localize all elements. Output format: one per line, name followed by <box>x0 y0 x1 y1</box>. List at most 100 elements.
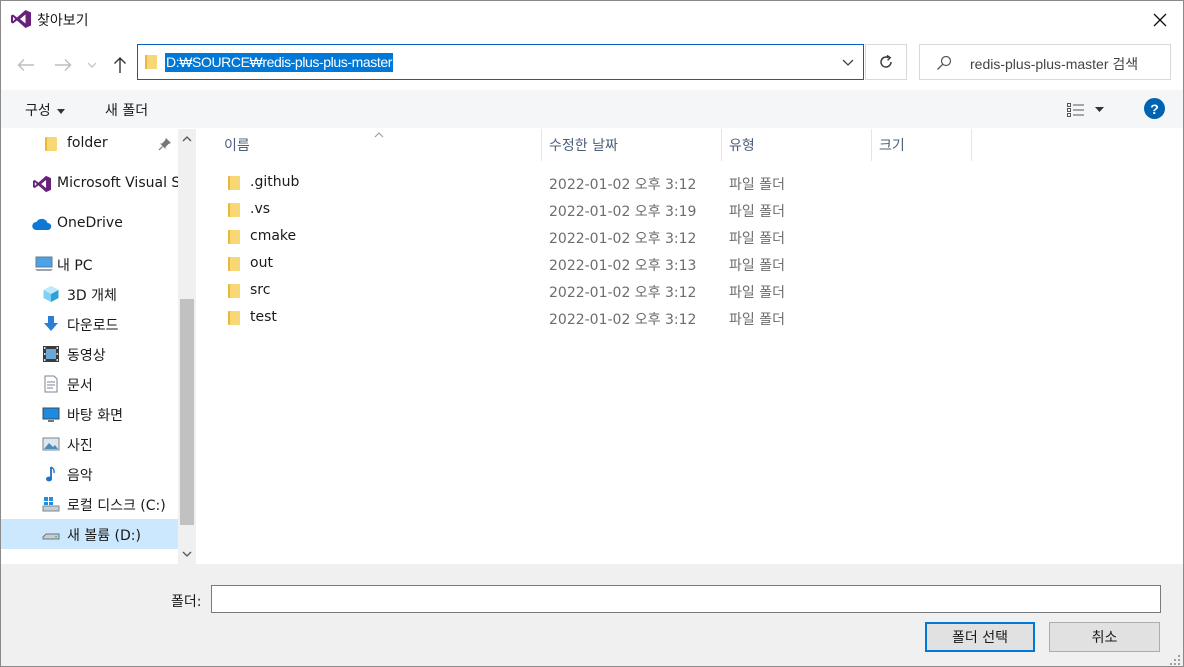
column-divider[interactable] <box>541 129 542 161</box>
close-icon <box>1153 13 1167 27</box>
column-divider[interactable] <box>721 129 722 161</box>
desktop-icon <box>42 407 60 422</box>
file-type: 파일 폴더 <box>729 258 785 274</box>
folder-icon <box>45 137 57 151</box>
scroll-up-button[interactable] <box>178 129 196 149</box>
sidebar-item-label: 3D 개체 <box>67 288 117 304</box>
scrollbar-thumb[interactable] <box>180 299 194 525</box>
document-icon <box>44 375 58 393</box>
arrow-up-icon <box>114 57 126 73</box>
file-list: 이름 수정한 날짜 유형 크기 .github 2022-01-02 오후 3:… <box>198 129 1183 564</box>
file-type: 파일 폴더 <box>729 312 785 328</box>
pictures-icon <box>42 437 60 451</box>
cancel-button[interactable]: 취소 <box>1049 622 1160 652</box>
navigation-scrollbar[interactable] <box>178 129 196 564</box>
sidebar-item-label: folder <box>67 135 108 151</box>
sidebar-item-folder[interactable]: folder <box>1 129 178 159</box>
file-type: 파일 폴더 <box>729 204 785 220</box>
music-icon <box>46 466 55 482</box>
address-bar[interactable]: D:₩SOURCE₩redis-plus-plus-master <box>137 44 864 80</box>
sidebar-item-onedrive[interactable]: OneDrive <box>1 209 178 239</box>
file-name: out <box>250 255 273 271</box>
sidebar-item-label: 사진 <box>67 438 93 454</box>
table-row[interactable]: out 2022-01-02 오후 3:13 파일 폴더 <box>198 251 1183 278</box>
sidebar-item-visual-studio[interactable]: Microsoft Visual S <box>1 169 178 199</box>
resize-grip-icon[interactable] <box>1169 654 1181 666</box>
sidebar-item-3d-objects[interactable]: 3D 개체 <box>1 279 178 309</box>
folder-icon <box>228 176 240 190</box>
refresh-icon <box>880 54 892 68</box>
address-path[interactable]: D:₩SOURCE₩redis-plus-plus-master <box>165 53 394 72</box>
table-row[interactable]: .vs 2022-01-02 오후 3:19 파일 폴더 <box>198 197 1183 224</box>
folder-icon <box>228 230 240 244</box>
file-name: .github <box>250 174 300 190</box>
table-row[interactable]: src 2022-01-02 오후 3:12 파일 폴더 <box>198 278 1183 305</box>
organize-menu-button[interactable]: 구성 <box>25 100 65 120</box>
pc-icon <box>35 256 53 271</box>
navigation-pane: folder Microsoft Visual S OneDrive 내 PC … <box>1 129 198 564</box>
sidebar-item-pictures[interactable]: 사진 <box>1 429 178 459</box>
sidebar-item-this-pc[interactable]: 내 PC <box>1 249 178 279</box>
sidebar-item-new-volume-d[interactable]: 새 볼륨 (D:) <box>1 519 178 549</box>
column-divider[interactable] <box>971 129 972 161</box>
back-button[interactable] <box>14 53 38 77</box>
column-header-modified[interactable]: 수정한 날짜 <box>549 129 618 161</box>
sidebar-item-videos[interactable]: 동영상 <box>1 339 178 369</box>
chevron-down-icon[interactable] <box>841 55 855 69</box>
search-box[interactable]: redis-plus-plus-master 검색 <box>919 44 1171 80</box>
help-button[interactable]: ? <box>1144 98 1165 119</box>
windows-drive-icon <box>42 497 60 512</box>
folder-icon <box>228 311 240 325</box>
dialog-footer: 폴더: 폴더 선택 취소 <box>1 564 1183 666</box>
folder-icon <box>228 284 240 298</box>
table-row[interactable]: cmake 2022-01-02 오후 3:12 파일 폴더 <box>198 224 1183 251</box>
sidebar-item-desktop[interactable]: 바탕 화면 <box>1 399 178 429</box>
title-bar: 찾아보기 <box>1 1 1183 39</box>
sidebar-item-label: 음악 <box>67 468 93 484</box>
pin-icon[interactable] <box>158 137 172 151</box>
sidebar-item-label: 다운로드 <box>67 318 119 334</box>
sidebar-item-label: 내 PC <box>57 258 93 274</box>
3d-objects-icon <box>43 286 59 302</box>
recent-locations-button[interactable] <box>83 53 101 77</box>
sidebar-item-label: 새 볼륨 (D:) <box>67 528 141 544</box>
forward-button[interactable] <box>51 53 75 77</box>
folder-name-input[interactable] <box>211 585 1161 613</box>
file-modified: 2022-01-02 오후 3:13 <box>549 258 697 274</box>
column-header-type[interactable]: 유형 <box>729 129 755 161</box>
sidebar-item-label: OneDrive <box>57 215 123 231</box>
file-type: 파일 폴더 <box>729 285 785 301</box>
file-modified: 2022-01-02 오후 3:12 <box>549 177 697 193</box>
file-name: src <box>250 282 271 298</box>
new-folder-button[interactable]: 새 폴더 <box>105 100 148 120</box>
close-button[interactable] <box>1137 1 1183 39</box>
chevron-down-icon <box>87 62 97 68</box>
file-name: cmake <box>250 228 297 244</box>
visual-studio-icon <box>33 175 51 193</box>
up-button[interactable] <box>108 53 132 77</box>
view-options-button[interactable] <box>1067 101 1111 119</box>
scroll-down-button[interactable] <box>178 544 196 564</box>
sidebar-item-downloads[interactable]: 다운로드 <box>1 309 178 339</box>
chevron-down-icon <box>182 551 192 557</box>
table-row[interactable]: test 2022-01-02 오후 3:12 파일 폴더 <box>198 305 1183 332</box>
folder-field-label: 폴더: <box>171 594 202 610</box>
sidebar-item-label: 동영상 <box>67 348 106 364</box>
file-modified: 2022-01-02 오후 3:12 <box>549 231 697 247</box>
visual-studio-icon <box>11 10 31 28</box>
sidebar-item-music[interactable]: 음악 <box>1 459 178 489</box>
table-row[interactable]: .github 2022-01-02 오후 3:12 파일 폴더 <box>198 170 1183 197</box>
column-header-size[interactable]: 크기 <box>879 129 905 161</box>
sidebar-item-documents[interactable]: 문서 <box>1 369 178 399</box>
details-view-icon <box>1067 103 1084 117</box>
column-header-name[interactable]: 이름 <box>224 129 250 161</box>
arrow-left-icon <box>17 59 34 71</box>
refresh-button[interactable] <box>865 44 907 80</box>
sort-ascending-icon <box>374 132 384 138</box>
chevron-up-icon <box>182 136 192 142</box>
column-divider[interactable] <box>871 129 872 161</box>
folder-icon <box>228 203 240 217</box>
select-folder-button[interactable]: 폴더 선택 <box>925 622 1035 652</box>
file-type: 파일 폴더 <box>729 177 785 193</box>
sidebar-item-local-disk-c[interactable]: 로컬 디스크 (C:) <box>1 489 178 519</box>
